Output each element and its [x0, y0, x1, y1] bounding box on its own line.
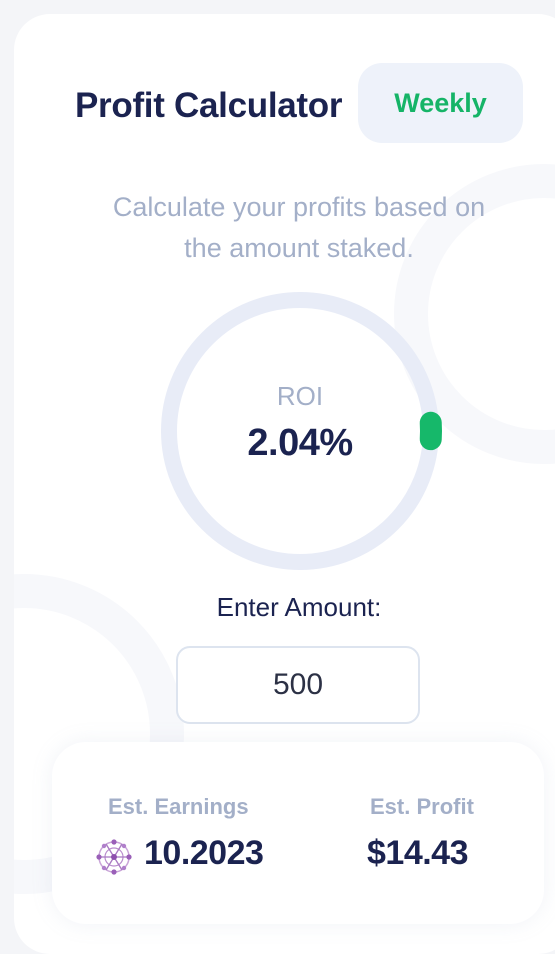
amount-input[interactable]: [176, 646, 420, 724]
period-toggle-button[interactable]: Weekly: [358, 63, 523, 143]
estimates-panel: Est. Earnings 10.2023 Est. Profit $14.43: [52, 742, 544, 924]
amount-label: Enter Amount:: [216, 592, 382, 622]
roi-label: ROI: [276, 381, 324, 411]
page-title: Profit Calculator: [75, 86, 343, 125]
roi-value: 2.04%: [247, 422, 353, 464]
est-profit-label: Est. Profit: [370, 794, 474, 819]
est-earnings-label: Est. Earnings: [108, 794, 249, 819]
roi-gauge: ROI 2.04%: [155, 286, 445, 576]
profit-calculator-card: Profit Calculator Weekly Calculate your …: [14, 14, 555, 954]
est-profit-value: $14.43: [367, 834, 469, 872]
token-network-icon: [96, 839, 132, 875]
calculator-description: Calculate your profits based on the amou…: [112, 192, 486, 263]
est-earnings-value: 10.2023: [144, 834, 264, 872]
